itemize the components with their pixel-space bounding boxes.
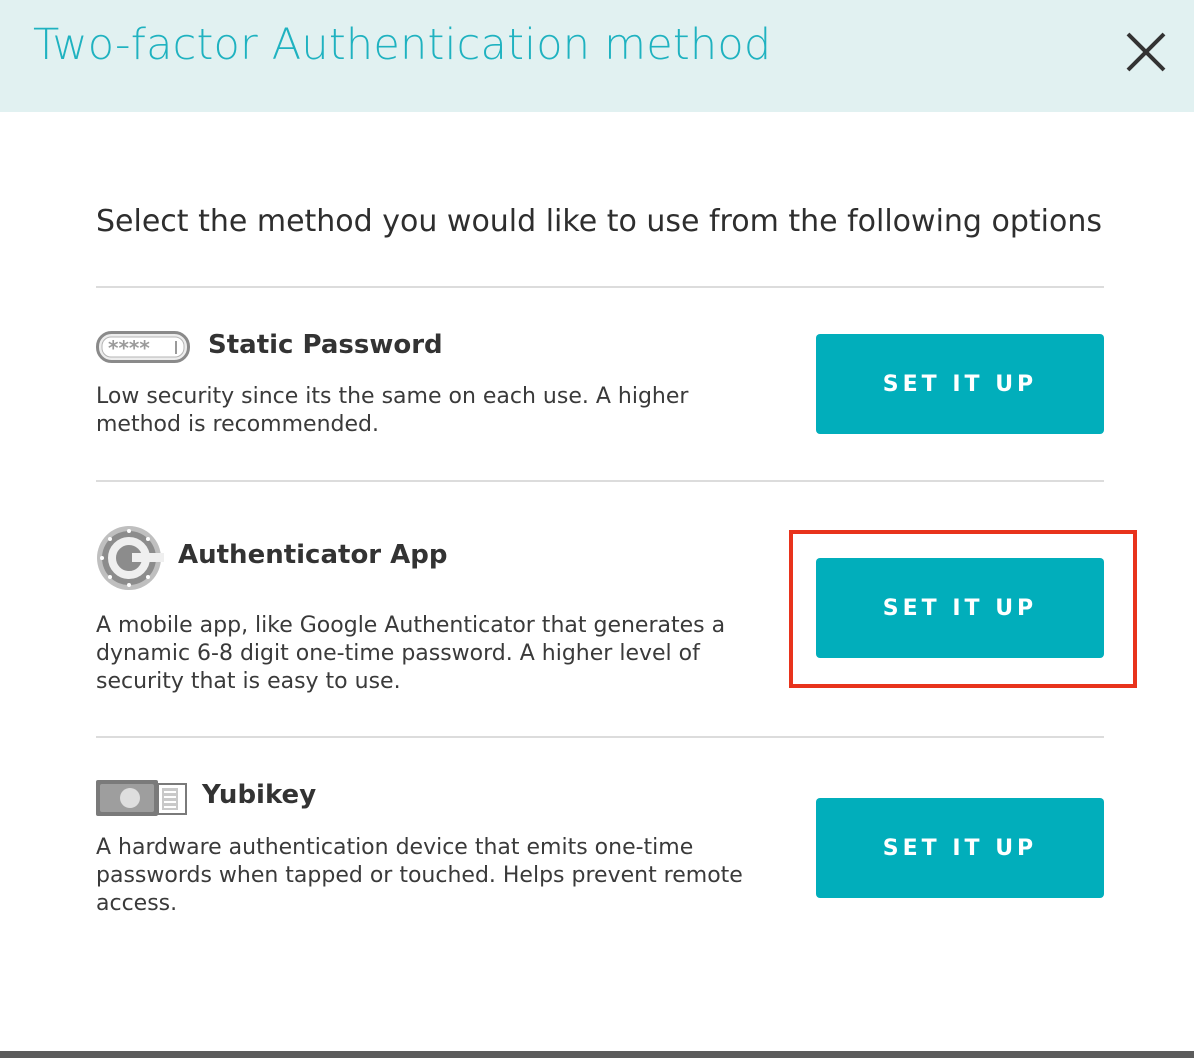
method-title-yubikey: Yubikey	[202, 780, 317, 810]
authenticator-app-icon	[96, 522, 164, 598]
setup-yubikey-button[interactable]: SET IT UP	[816, 798, 1104, 898]
method-title-authenticator-app: Authenticator App	[178, 540, 448, 570]
method-title-static-password: Static Password	[208, 330, 443, 360]
yubikey-icon	[96, 778, 188, 822]
instructions-text: Select the method you would like to use …	[96, 204, 1102, 239]
method-description-authenticator-app: A mobile app, like Google Authenticator …	[96, 613, 726, 694]
modal-header: Two-factor Authentication method	[0, 0, 1194, 112]
divider	[96, 286, 1104, 288]
bottom-edge	[0, 1051, 1194, 1058]
method-description-static-password: Low security since its the same on each …	[96, 384, 689, 437]
close-icon[interactable]	[1122, 28, 1170, 76]
modal-title: Two-factor Authentication method	[33, 20, 772, 70]
svg-text:****: ****	[108, 336, 150, 360]
setup-authenticator-app-button[interactable]: SET IT UP	[816, 558, 1104, 658]
divider	[96, 480, 1104, 482]
divider	[96, 736, 1104, 738]
method-description-yubikey: A hardware authentication device that em…	[96, 835, 743, 916]
setup-static-password-button[interactable]: SET IT UP	[816, 334, 1104, 434]
password-field-icon: ****	[96, 331, 190, 367]
